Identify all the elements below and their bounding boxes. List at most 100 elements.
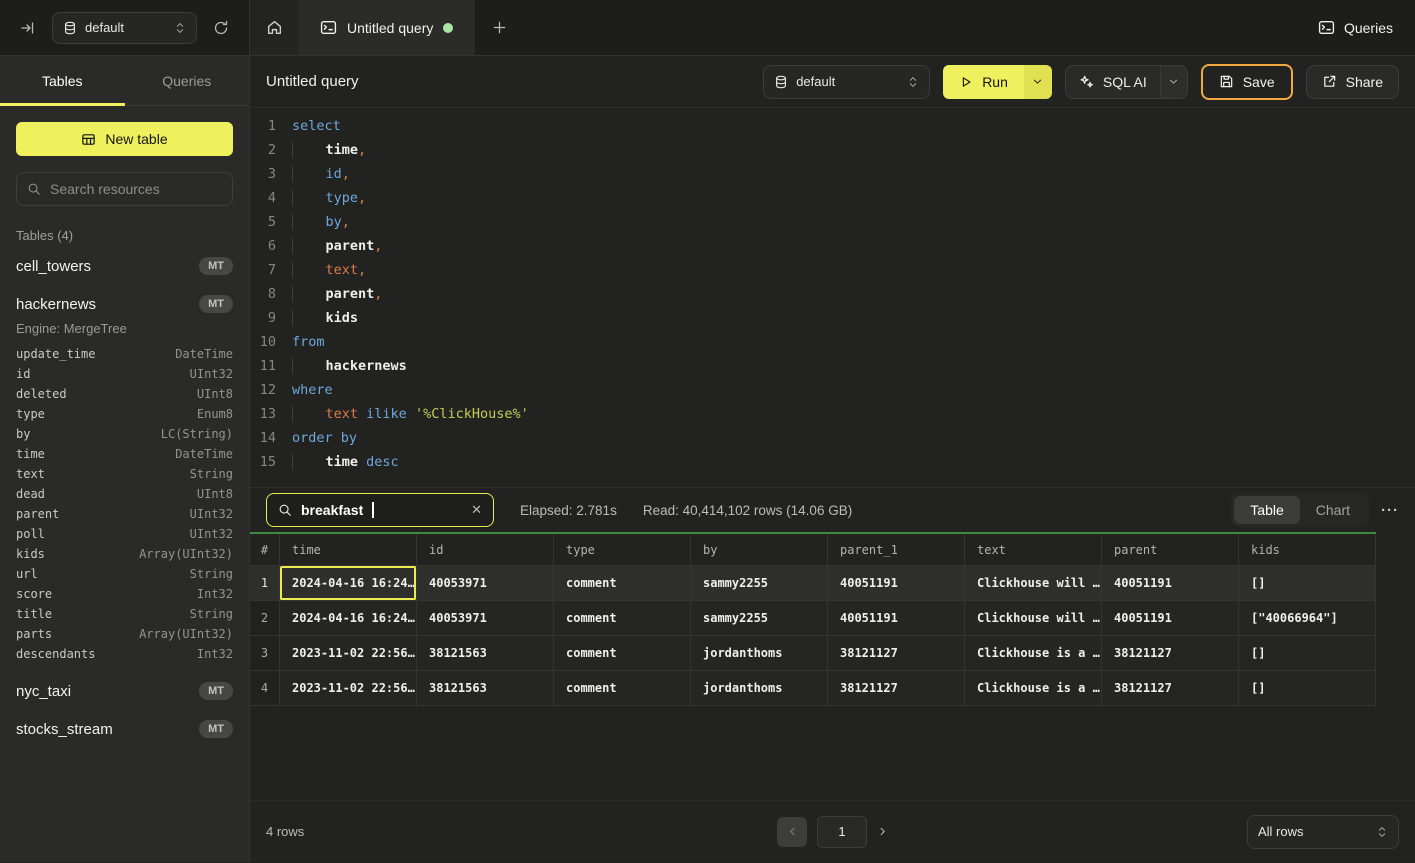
table-cell[interactable]: 38121127 xyxy=(1102,636,1239,671)
query-database-selector[interactable]: default xyxy=(763,65,930,99)
schema-row[interactable]: parentUInt32 xyxy=(16,504,233,524)
code-line[interactable]: 7 text, xyxy=(250,258,1415,282)
table-cell[interactable]: 40053971 xyxy=(417,601,554,636)
schema-row[interactable]: idUInt32 xyxy=(16,364,233,384)
save-button[interactable]: Save xyxy=(1201,64,1293,100)
collapse-sidebar-button[interactable] xyxy=(14,14,42,42)
run-button[interactable]: Run xyxy=(943,65,1024,99)
table-cell[interactable]: sammy2255 xyxy=(691,566,828,601)
sql-ai-button[interactable]: SQL AI xyxy=(1066,66,1160,98)
column-header[interactable]: time xyxy=(280,534,417,566)
sidebar-table-nyc-taxi[interactable]: nyc_taxi MT xyxy=(16,672,233,710)
sidebar-table-stocks-stream[interactable]: stocks_stream MT xyxy=(16,710,233,748)
previous-page-button[interactable] xyxy=(777,817,807,847)
code-line[interactable]: 4 type, xyxy=(250,186,1415,210)
column-header[interactable]: parent xyxy=(1102,534,1239,566)
column-header[interactable]: parent_1 xyxy=(828,534,965,566)
table-cell[interactable]: 40051191 xyxy=(828,601,965,636)
schema-row[interactable]: pollUInt32 xyxy=(16,524,233,544)
current-page-indicator[interactable]: 1 xyxy=(817,816,867,848)
sidebar-tab-tables[interactable]: Tables xyxy=(0,56,125,105)
table-cell[interactable]: 38121127 xyxy=(1102,671,1239,706)
schema-row[interactable]: descendantsInt32 xyxy=(16,644,233,664)
column-header[interactable]: id xyxy=(417,534,554,566)
table-cell[interactable]: comment xyxy=(554,601,691,636)
code-line[interactable]: 15 time desc xyxy=(250,450,1415,474)
table-cell[interactable]: [] xyxy=(1239,636,1376,671)
next-page-button[interactable] xyxy=(877,826,888,837)
schema-row[interactable]: partsArray(UInt32) xyxy=(16,624,233,644)
code-line[interactable]: 9 kids xyxy=(250,306,1415,330)
table-cell[interactable]: 40051191 xyxy=(1102,566,1239,601)
table-cell[interactable]: 2024-04-16 16:24… xyxy=(280,566,417,601)
table-cell[interactable]: sammy2255 xyxy=(691,601,828,636)
code-line[interactable]: 3 id, xyxy=(250,162,1415,186)
schema-row[interactable]: byLC(String) xyxy=(16,424,233,444)
sidebar-table-hackernews[interactable]: hackernews MT xyxy=(16,285,233,323)
queries-button[interactable]: Queries xyxy=(1318,19,1393,36)
table-cell[interactable]: 40053971 xyxy=(417,566,554,601)
clear-search-button[interactable]: ✕ xyxy=(471,502,482,518)
schema-row[interactable]: titleString xyxy=(16,604,233,624)
column-header[interactable]: # xyxy=(250,534,280,566)
sidebar-table-cell-towers[interactable]: cell_towers MT xyxy=(16,247,233,285)
tab-untitled-query[interactable]: Untitled query xyxy=(298,0,475,55)
code-line[interactable]: 1select xyxy=(250,114,1415,138)
table-cell[interactable]: [] xyxy=(1239,566,1376,601)
column-header[interactable]: type xyxy=(554,534,691,566)
schema-row[interactable]: deadUInt8 xyxy=(16,484,233,504)
table-cell[interactable]: 2024-04-16 16:24… xyxy=(280,601,417,636)
code-line[interactable]: 5 by, xyxy=(250,210,1415,234)
view-mode-chart[interactable]: Chart xyxy=(1300,496,1366,524)
table-cell[interactable]: jordanthoms xyxy=(691,636,828,671)
code-line[interactable]: 13 text ilike '%ClickHouse%' xyxy=(250,402,1415,426)
table-cell[interactable]: 38121127 xyxy=(828,671,965,706)
table-cell[interactable]: Clickhouse is a … xyxy=(965,671,1102,706)
table-cell[interactable]: Clickhouse is a … xyxy=(965,636,1102,671)
add-tab-button[interactable] xyxy=(475,0,523,55)
table-cell[interactable]: Clickhouse will … xyxy=(965,601,1102,636)
code-line[interactable]: 14order by xyxy=(250,426,1415,450)
column-header[interactable]: text xyxy=(965,534,1102,566)
table-cell[interactable]: comment xyxy=(554,636,691,671)
table-cell[interactable]: 38121127 xyxy=(828,636,965,671)
database-selector[interactable]: default xyxy=(52,12,197,44)
schema-row[interactable]: update_timeDateTime xyxy=(16,344,233,364)
sidebar-tab-queries[interactable]: Queries xyxy=(125,56,250,105)
column-header[interactable]: kids xyxy=(1239,534,1376,566)
code-line[interactable]: 8 parent, xyxy=(250,282,1415,306)
table-cell[interactable]: 38121563 xyxy=(417,636,554,671)
new-table-button[interactable]: New table xyxy=(16,122,233,156)
view-mode-table[interactable]: Table xyxy=(1234,496,1299,524)
schema-row[interactable]: timeDateTime xyxy=(16,444,233,464)
schema-row[interactable]: typeEnum8 xyxy=(16,404,233,424)
table-cell[interactable]: comment xyxy=(554,566,691,601)
refresh-button[interactable] xyxy=(207,14,235,42)
schema-row[interactable]: textString xyxy=(16,464,233,484)
sidebar-search-input[interactable]: Search resources xyxy=(16,172,233,206)
code-line[interactable]: 6 parent, xyxy=(250,234,1415,258)
code-line[interactable]: 10from xyxy=(250,330,1415,354)
results-search-input[interactable]: breakfast ✕ xyxy=(266,493,494,527)
table-cell[interactable]: 38121563 xyxy=(417,671,554,706)
sql-ai-options-button[interactable] xyxy=(1160,66,1187,98)
table-cell[interactable]: 2023-11-02 22:56… xyxy=(280,671,417,706)
home-button[interactable] xyxy=(250,0,298,55)
share-button[interactable]: Share xyxy=(1306,65,1399,99)
table-cell[interactable]: [] xyxy=(1239,671,1376,706)
code-line[interactable]: 12where xyxy=(250,378,1415,402)
sql-editor[interactable]: 1select2 time,3 id,4 type,5 by,6 parent,… xyxy=(250,108,1415,487)
table-cell[interactable]: comment xyxy=(554,671,691,706)
rows-per-page-selector[interactable]: All rows xyxy=(1247,815,1399,849)
table-cell[interactable]: 40051191 xyxy=(828,566,965,601)
schema-row[interactable]: scoreInt32 xyxy=(16,584,233,604)
code-line[interactable]: 2 time, xyxy=(250,138,1415,162)
more-options-button[interactable]: ··· xyxy=(1381,502,1399,519)
table-cell[interactable]: 40051191 xyxy=(1102,601,1239,636)
table-cell[interactable]: jordanthoms xyxy=(691,671,828,706)
column-header[interactable]: by xyxy=(691,534,828,566)
schema-row[interactable]: urlString xyxy=(16,564,233,584)
table-cell[interactable]: ["40066964"] xyxy=(1239,601,1376,636)
table-cell[interactable]: Clickhouse will … xyxy=(965,566,1102,601)
run-options-button[interactable] xyxy=(1024,65,1052,99)
